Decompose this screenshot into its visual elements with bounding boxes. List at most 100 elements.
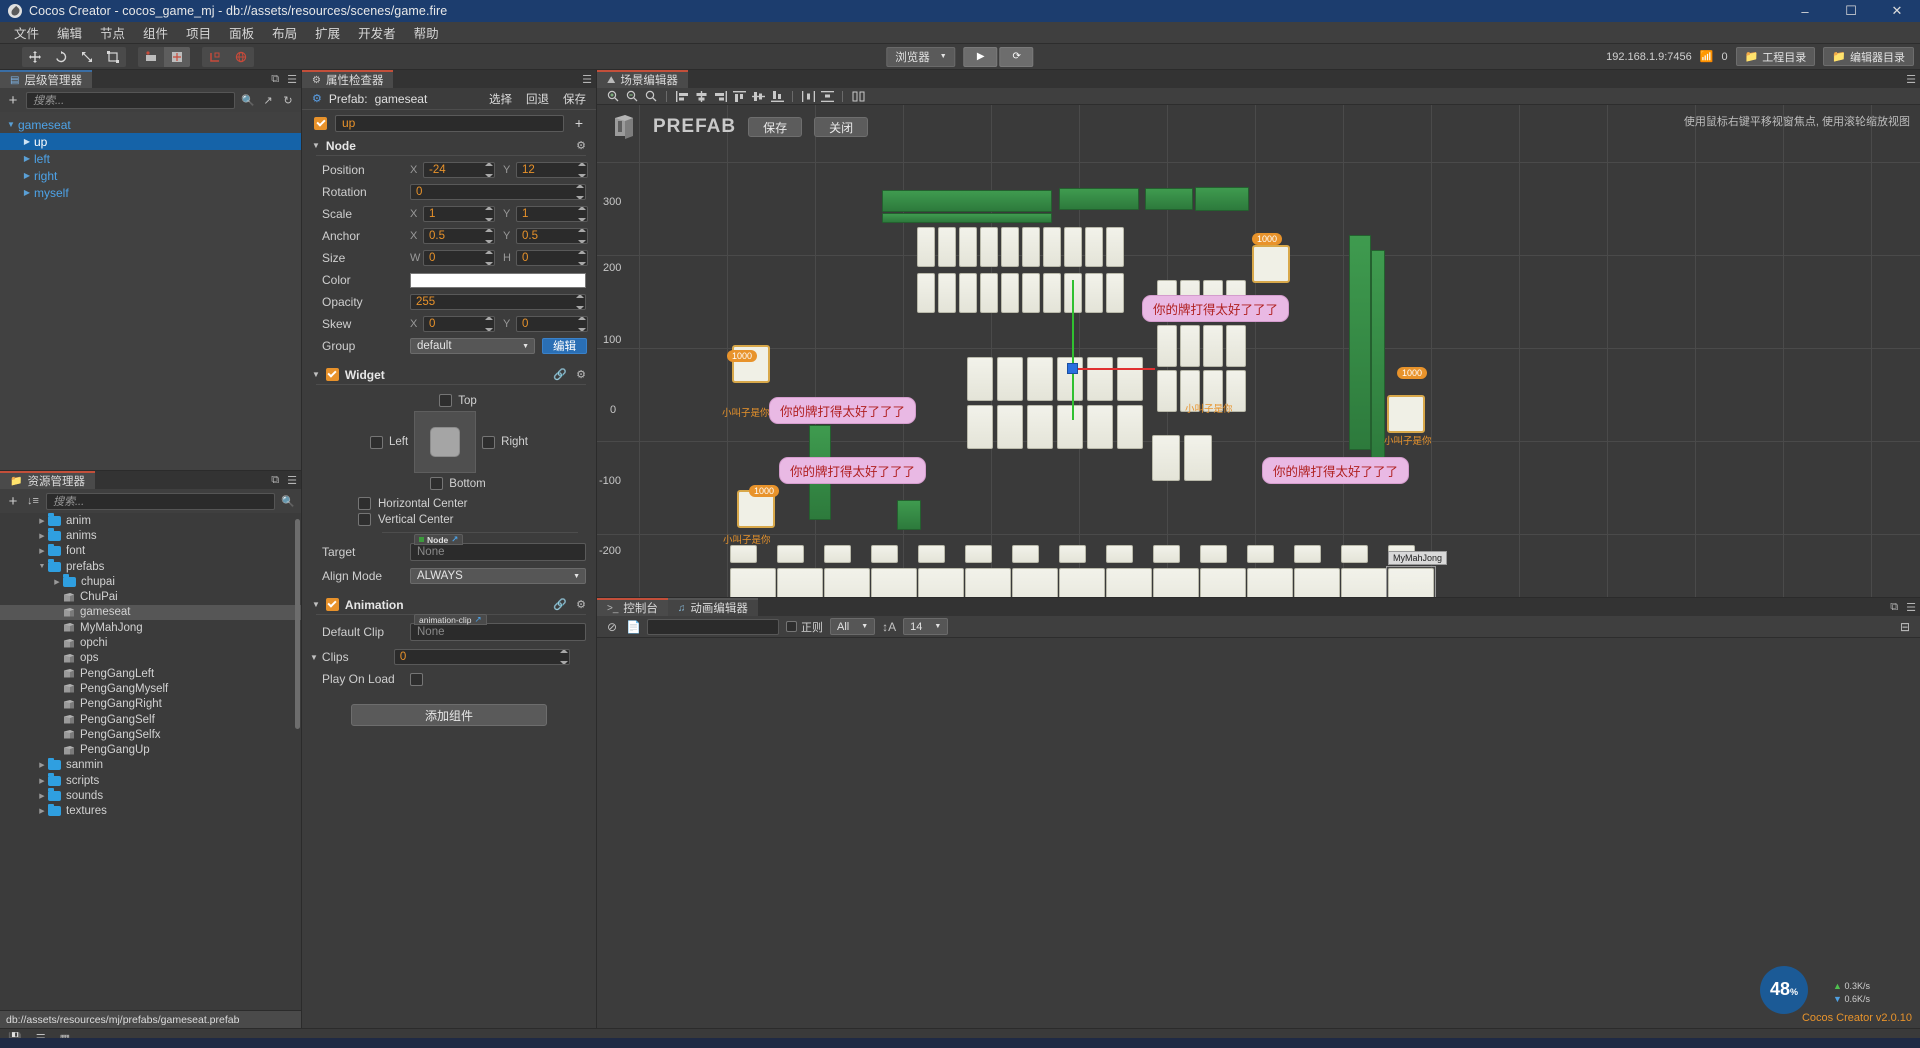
prefab-revert-button[interactable]: 回退 (526, 91, 549, 107)
menu-help[interactable]: 帮助 (406, 21, 447, 44)
stepper-icon[interactable] (578, 229, 586, 243)
align-top-icon[interactable] (731, 89, 747, 103)
sync-icon[interactable]: ↻ (281, 94, 295, 107)
animation-gear-icon[interactable]: ⚙ (576, 598, 586, 611)
project-dir-button[interactable]: 📁 工程目录 (1735, 47, 1816, 66)
hierarchy-node-gameseat[interactable]: ▼ gameseat (0, 116, 301, 133)
skew-x-input[interactable]: 0 (423, 316, 495, 332)
console-collapse-icon[interactable]: ⊟ (1898, 620, 1912, 634)
animation-section-header[interactable]: ▼ Animation 🔗 ⚙ (302, 595, 596, 614)
asset-item-PengGangLeft[interactable]: PengGangLeft (0, 666, 301, 681)
menu-icon[interactable]: ☰ (582, 73, 592, 86)
preview-target-select[interactable]: 浏览器 ▼ (886, 46, 956, 67)
close-button[interactable]: ✕ (1874, 0, 1920, 22)
menu-developer[interactable]: 开发者 (350, 21, 404, 44)
asset-item-PengGangMyself[interactable]: PengGangMyself (0, 681, 301, 696)
asset-item-ChuPai[interactable]: ChuPai (0, 589, 301, 604)
asset-item-ops[interactable]: ops (0, 651, 301, 666)
chevron-right-icon[interactable]: ▶ (36, 777, 48, 785)
widget-top-checkbox[interactable] (439, 394, 453, 407)
animation-clips-input[interactable]: 0 (393, 649, 570, 665)
rotate-tool-icon[interactable] (48, 47, 74, 67)
menu-edit[interactable]: 编辑 (49, 21, 90, 44)
console-regex-toggle[interactable]: 正则 (786, 619, 823, 635)
pivot-icon[interactable] (138, 47, 164, 67)
tab-hierarchy[interactable]: ▤ 层级管理器 (0, 70, 92, 88)
align-left-icon[interactable] (674, 89, 690, 103)
stepper-icon[interactable] (578, 317, 586, 331)
chevron-right-icon[interactable]: ▶ (36, 547, 48, 555)
tab-assets[interactable]: 📁 资源管理器 (0, 471, 95, 489)
group-edit-button[interactable]: 编辑 (542, 338, 587, 354)
node-section-header[interactable]: ▼ Node ⚙ (302, 136, 596, 155)
asset-item-anims[interactable]: ▶ anims (0, 528, 301, 543)
clear-console-icon[interactable]: ⊘ (605, 620, 619, 634)
anchor-y-input[interactable]: 0.5 (516, 228, 588, 244)
move-tool-icon[interactable] (22, 47, 48, 67)
hierarchy-node-myself[interactable]: ▶ myself (0, 184, 301, 201)
align-center-v-icon[interactable] (750, 89, 766, 103)
assets-search-input[interactable]: 搜索... (46, 492, 275, 510)
asset-item-chupai[interactable]: ▶ chupai (0, 574, 301, 589)
chevron-right-icon[interactable]: ▶ (36, 792, 48, 800)
prefab-select-button[interactable]: 选择 (489, 91, 512, 107)
stepper-icon[interactable] (485, 251, 493, 265)
chevron-right-icon[interactable]: ▶ (36, 761, 48, 769)
position-x-input[interactable]: -24 (423, 162, 495, 178)
widget-target-field[interactable]: Node ↗ None (410, 534, 586, 561)
add-node-icon[interactable]: + (6, 92, 20, 109)
sort-icon[interactable]: ↓≡ (26, 495, 40, 507)
rotation-input[interactable]: 0 (410, 184, 586, 200)
menu-node[interactable]: 节点 (92, 21, 133, 44)
rect-tool-icon[interactable] (100, 47, 126, 67)
popout-icon[interactable]: ⧉ (271, 474, 279, 487)
tab-scene-editor[interactable]: ⛰ 场景编辑器 (597, 70, 688, 88)
animation-defaultclip-field[interactable]: animation-clip ↗ None (410, 614, 586, 641)
chevron-right-icon[interactable]: ▶ (20, 137, 34, 146)
anchor-icon[interactable] (202, 47, 228, 67)
chevron-down-icon[interactable]: ▼ (310, 653, 318, 662)
zoom-fit-icon[interactable] (643, 89, 659, 103)
tab-animation-editor[interactable]: ♫ 动画编辑器 (667, 598, 758, 616)
asset-item-PengGangSelf[interactable]: PengGangSelf (0, 712, 301, 727)
widget-right-checkbox[interactable] (482, 435, 496, 449)
menu-icon[interactable]: ☰ (287, 474, 297, 487)
distribute-v-icon[interactable] (819, 89, 835, 103)
asset-item-anim[interactable]: ▶ anim (0, 513, 301, 528)
stepper-icon[interactable] (576, 185, 584, 199)
asset-item-gameseat[interactable]: gameseat (0, 604, 301, 621)
group-select[interactable]: default ▼ (410, 338, 535, 354)
skew-y-input[interactable]: 0 (516, 316, 588, 332)
asset-item-sounds[interactable]: ▶ sounds (0, 788, 301, 803)
animation-help-icon[interactable]: 🔗 (553, 598, 567, 611)
scene-viewport[interactable]: 300 200 100 0 -100 -200 -300 -400 -800 -… (597, 105, 1920, 597)
console-filter-input[interactable] (647, 618, 779, 635)
chevron-down-icon[interactable]: ▼ (36, 563, 48, 570)
minimize-button[interactable]: – (1782, 0, 1828, 22)
prefab-close-scene-button[interactable]: 关闭 (814, 117, 869, 137)
node-gear-icon[interactable]: ⚙ (576, 139, 586, 152)
global-icon[interactable] (228, 47, 254, 67)
asset-item-MyMahJong[interactable]: MyMahJong (0, 620, 301, 635)
external-link-icon[interactable]: ↗ (451, 534, 458, 545)
widget-help-icon[interactable]: 🔗 (553, 368, 567, 381)
scale-x-input[interactable]: 1 (423, 206, 495, 222)
widget-section-header[interactable]: ▼ Widget 🔗 ⚙ (302, 365, 596, 384)
asset-item-opchi[interactable]: opchi (0, 635, 301, 650)
stepper-icon[interactable] (576, 295, 584, 309)
asset-item-scripts[interactable]: ▶ scripts (0, 773, 301, 788)
stepper-icon[interactable] (578, 163, 586, 177)
chevron-right-icon[interactable]: ▶ (51, 578, 63, 586)
size-w-input[interactable]: 0 (423, 250, 495, 266)
size-h-input[interactable]: 0 (516, 250, 588, 266)
chevron-right-icon[interactable]: ▶ (20, 171, 34, 180)
stepper-icon[interactable] (578, 207, 586, 221)
menu-component[interactable]: 组件 (135, 21, 176, 44)
refresh-button[interactable]: ⟳ (999, 46, 1034, 67)
coordinate-icon[interactable] (164, 46, 190, 67)
hierarchy-search-input[interactable]: 搜索... (26, 91, 235, 109)
add-component-button[interactable]: 添加组件 (351, 704, 547, 726)
widget-enabled-checkbox[interactable] (325, 368, 339, 381)
widget-vertical-center-checkbox[interactable] (358, 513, 371, 526)
prefab-save-scene-button[interactable]: 保存 (748, 117, 803, 137)
